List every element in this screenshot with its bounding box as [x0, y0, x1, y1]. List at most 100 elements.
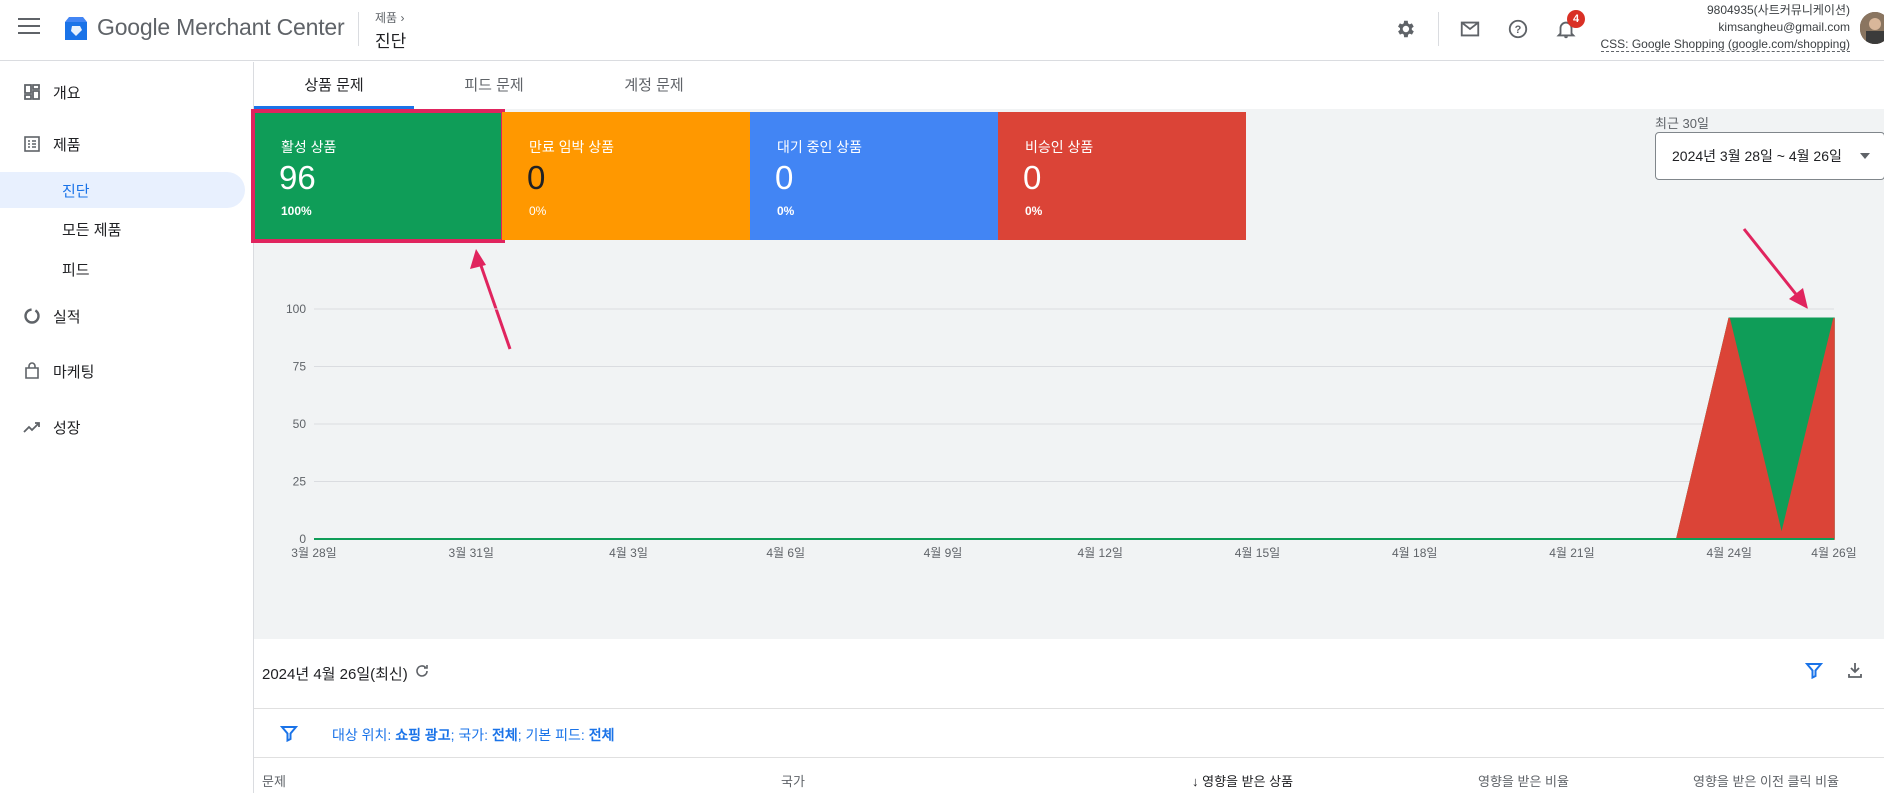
active-products-card[interactable]: 활성 상품 96 100%: [251, 109, 505, 243]
series-area: [314, 317, 1835, 540]
card-label: 만료 임박 상품: [529, 139, 615, 155]
card-percent: 100%: [281, 204, 312, 218]
sidebar-item-performance[interactable]: 실적: [0, 298, 245, 334]
sidebar-item-label: 모든 제품: [62, 221, 122, 239]
card-value: 0: [527, 159, 546, 196]
y-tick-label: 100: [286, 302, 306, 316]
sidebar-item-label: 마케팅: [53, 363, 95, 381]
card-value: 0: [775, 159, 794, 196]
results-date: 2024년 4월 26일(최신): [262, 666, 408, 683]
x-tick-label: 4월 21일: [1549, 546, 1594, 560]
tab-feed-issues[interactable]: 피드 문제: [414, 62, 574, 109]
tab-account-issues[interactable]: 계정 문제: [574, 62, 734, 109]
account-info[interactable]: 9804935(사트커뮤니케이션) kimsangheu@gmail.com C…: [1600, 2, 1850, 53]
card-percent: 0%: [1025, 204, 1043, 218]
card-label: 비승인 상품: [1025, 139, 1094, 155]
expiring-products-card[interactable]: 만료 임박 상품 0 0%: [502, 112, 750, 240]
sidebar-item-diagnostics[interactable]: 진단: [0, 172, 245, 208]
sidebar-item-label: 피드: [62, 261, 90, 279]
main-content: 상품 문제 피드 문제 계정 문제 활성 상품 96 100% 만료 임박 상품…: [251, 62, 1884, 793]
date-range-value: 2024년 3월 28일 ~ 4월 26일: [1672, 148, 1842, 164]
refresh-icon[interactable]: [414, 663, 430, 684]
column-header-affected-products[interactable]: ↓ 영향을 받은 상품: [1192, 771, 1293, 790]
account-name: 9804935(사트커뮤니케이션): [1706, 3, 1850, 17]
page-title: 진단: [375, 32, 407, 51]
filter-value: 전체: [491, 727, 518, 743]
x-tick-label: 4월 12일: [1077, 546, 1122, 560]
sidebar-item-label: 성장: [53, 419, 81, 437]
sidebar-item-label: 진단: [62, 182, 90, 200]
x-tick-label: 4월 9일: [924, 546, 963, 560]
results-header: 2024년 4월 26일(최신): [254, 639, 1884, 709]
sidebar-item-label: 제품: [53, 136, 81, 154]
settings-gear-icon[interactable]: [1392, 16, 1418, 42]
overview-panel: 활성 상품 96 100% 만료 임박 상품 0 0% 대기 중인 상품 0 0…: [251, 109, 1884, 639]
sidebar-item-products[interactable]: 제품: [0, 126, 245, 162]
filter-icon[interactable]: [1804, 661, 1824, 684]
css-label[interactable]: CSS: Google Shopping (google.com/shoppin…: [1600, 37, 1850, 52]
donut-icon: [22, 306, 42, 326]
list-icon: [22, 134, 42, 154]
x-tick-label: 4월 18일: [1392, 546, 1437, 560]
date-range-select[interactable]: 2024년 3월 28일 ~ 4월 26일: [1655, 132, 1884, 180]
x-tick-label: 4월 24일: [1706, 546, 1751, 560]
chevron-right-icon: ›: [400, 11, 405, 25]
merchant-center-logo-icon: [65, 17, 87, 40]
filter-icon[interactable]: [279, 724, 299, 747]
card-percent: 0%: [529, 204, 547, 218]
column-header-affected-ratio[interactable]: 영향을 받은 비율: [1478, 771, 1569, 790]
disapproved-products-card[interactable]: 비승인 상품 0 0%: [998, 112, 1246, 240]
filter-prefix: 대상 위치:: [332, 727, 396, 743]
hamburger-menu-icon[interactable]: [18, 18, 40, 36]
toolbar-divider: [1438, 12, 1439, 46]
card-value: 0: [1023, 159, 1042, 196]
pending-products-card[interactable]: 대기 중인 상품 0 0%: [750, 112, 998, 240]
product-status-chart: 0 25 50 75 100 3월 28일 3월 31일 4월 3일 4월 6일 4월 9일 4월 …: [286, 302, 1857, 560]
sort-arrow-down-icon: ↓: [1192, 774, 1199, 789]
breadcrumb-label[interactable]: 제품: [375, 11, 397, 25]
sidebar: 개요 제품 진단 모든 제품 피드 실적 마케팅 성장: [0, 62, 252, 793]
title-divider: [358, 12, 359, 46]
x-tick-label: 4월 3일: [609, 546, 648, 560]
card-label: 대기 중인 상품: [777, 139, 863, 155]
column-header-prev-click-ratio[interactable]: 영향을 받은 이전 클릭 비율: [1693, 771, 1839, 790]
sidebar-item-overview[interactable]: 개요: [0, 74, 245, 110]
x-tick-label: 3월 28일: [291, 546, 336, 560]
dropdown-arrow-icon: [1860, 153, 1870, 159]
notification-count-badge: 4: [1567, 10, 1585, 28]
card-label: 활성 상품: [281, 139, 337, 155]
filter-summary[interactable]: 대상 위치: 쇼핑 광고; 국가: 전체; 기본 피드: 전체: [332, 725, 614, 745]
dashboard-icon: [22, 82, 42, 102]
sidebar-item-growth[interactable]: 성장: [0, 409, 245, 445]
filter-bar[interactable]: 대상 위치: 쇼핑 광고; 국가: 전체; 기본 피드: 전체: [254, 710, 1884, 758]
filter-prefix: ; 기본 피드:: [517, 727, 589, 743]
annotation-arrowhead: [470, 249, 486, 269]
x-tick-label: 4월 15일: [1235, 546, 1280, 560]
column-header-label: 영향을 받은 상품: [1202, 774, 1294, 789]
sidebar-item-feeds[interactable]: 피드: [0, 251, 245, 287]
tab-product-issues[interactable]: 상품 문제: [254, 62, 414, 109]
sidebar-item-label: 개요: [53, 84, 81, 102]
download-icon[interactable]: [1846, 661, 1864, 684]
breadcrumb[interactable]: 제품 ›: [375, 9, 404, 26]
filter-prefix: ; 국가:: [450, 727, 492, 743]
app-name: Google Merchant Center: [97, 14, 345, 40]
top-app-bar: Google Merchant Center 제품 › 진단 ? 4 98049…: [0, 0, 1884, 61]
series-area: [314, 318, 1835, 540]
avatar[interactable]: [1860, 12, 1884, 44]
trending-up-icon: [22, 417, 42, 437]
sidebar-item-marketing[interactable]: 마케팅: [0, 353, 245, 389]
help-icon[interactable]: ?: [1505, 16, 1531, 42]
y-tick-label: 25: [293, 475, 307, 489]
sidebar-item-all-products[interactable]: 모든 제품: [0, 211, 245, 247]
shopping-bag-icon: [22, 361, 42, 381]
sidebar-item-label: 실적: [53, 308, 81, 326]
y-tick-label: 50: [293, 417, 307, 431]
x-tick-label: 4월 6일: [766, 546, 805, 560]
filter-value: 쇼핑 광고: [395, 727, 451, 743]
card-percent: 0%: [777, 204, 795, 218]
column-header-issue[interactable]: 문제: [262, 771, 286, 790]
account-email: kimsangheu@gmail.com: [1718, 20, 1850, 34]
column-header-country[interactable]: 국가: [781, 771, 805, 790]
mail-icon[interactable]: [1457, 16, 1483, 42]
